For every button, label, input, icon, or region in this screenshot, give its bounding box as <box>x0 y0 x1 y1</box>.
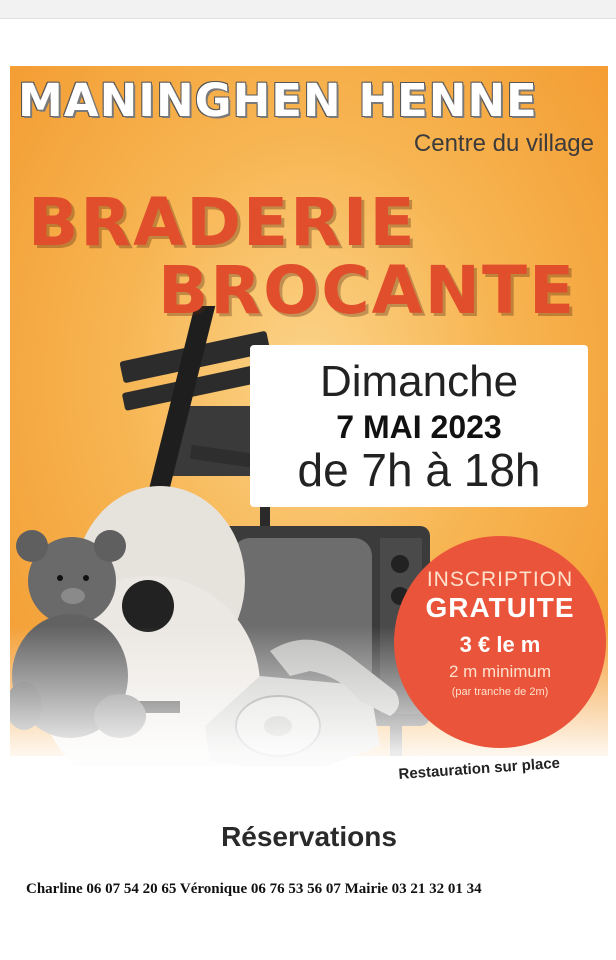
location-subtitle: Centre du village <box>413 130 594 157</box>
contact-phone-numbers: Charline 06 07 54 20 65 Véronique 06 76 … <box>26 881 482 897</box>
inscription-minimum: 2 m minimum <box>448 662 551 681</box>
white-footer-area <box>10 766 608 960</box>
date-box: Dimanche 7 MAI 2023 de 7h à 18h <box>250 345 588 507</box>
event-hours: de 7h à 18h <box>297 444 541 496</box>
title-braderie: BRADERIE <box>28 184 417 261</box>
inscription-price: 3 € le m <box>459 632 541 657</box>
event-date: 7 MAI 2023 <box>336 409 502 445</box>
town-name: MANINGHEN HENNE <box>18 74 538 127</box>
inscription-label: INSCRIPTION <box>426 568 574 591</box>
inscription-badge: INSCRIPTION GRATUITE 3 € le m 2 m minimu… <box>394 536 606 748</box>
inscription-note: (par tranche de 2m) <box>451 686 549 698</box>
reservations-heading: Réservations <box>221 821 397 852</box>
title-brocante: BROCANTE <box>158 252 577 329</box>
event-poster: MANINGHEN HENNE Centre du village BRADER… <box>10 66 608 960</box>
browser-top-bar <box>0 0 616 19</box>
event-day: Dimanche <box>319 357 519 406</box>
inscription-free: GRATUITE <box>425 592 575 623</box>
